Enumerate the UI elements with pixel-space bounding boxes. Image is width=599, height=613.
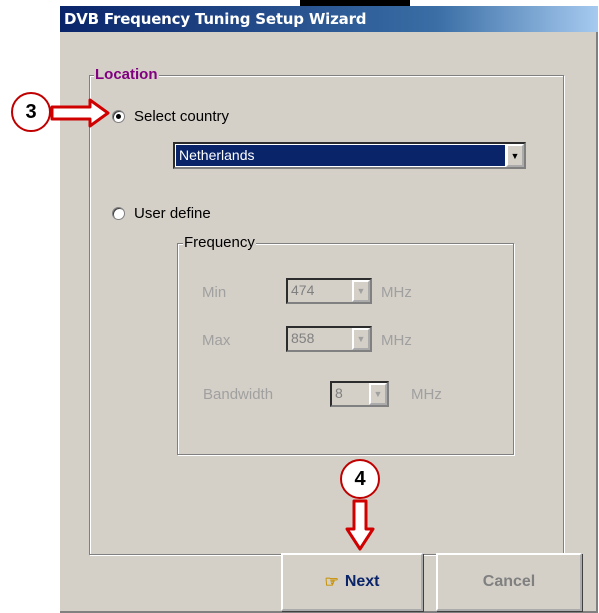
frequency-legend: Frequency [183, 234, 256, 251]
next-button-label: Next [344, 573, 380, 590]
country-select[interactable]: Netherlands ▼ [173, 142, 526, 169]
min-select[interactable]: 474 ▼ [286, 278, 372, 304]
max-value: 858 [291, 330, 315, 346]
next-button[interactable]: ☞ Next [281, 553, 423, 611]
location-legend: Location [94, 66, 159, 83]
step-3-callout: 3 [11, 92, 51, 132]
step-3-number: 3 [25, 100, 37, 123]
select-country-label: Select country [134, 108, 230, 125]
arrow-right-icon [50, 98, 110, 128]
wizard-window: DVB Frequency Tuning Setup Wizard Locati… [60, 6, 598, 613]
max-label: Max [202, 332, 231, 349]
user-define-label: User define [134, 205, 211, 222]
chevron-down-icon[interactable]: ▼ [506, 144, 524, 167]
min-label: Min [202, 284, 227, 301]
cancel-button-label: Cancel [482, 573, 536, 590]
radio-unchecked-icon [112, 207, 125, 220]
country-value: Netherlands [176, 145, 505, 166]
window-title: DVB Frequency Tuning Setup Wizard [60, 6, 598, 32]
chevron-down-icon[interactable]: ▼ [352, 280, 370, 302]
bandwidth-value: 8 [335, 385, 343, 401]
pointing-hand-icon: ☞ [324, 574, 339, 591]
user-define-radio[interactable]: User define [112, 205, 211, 222]
step-4-number: 4 [354, 467, 366, 490]
bandwidth-select[interactable]: 8 ▼ [330, 381, 389, 407]
select-country-radio[interactable]: Select country [112, 108, 229, 125]
max-unit: MHz [381, 332, 412, 349]
bandwidth-label: Bandwidth [203, 386, 274, 403]
cancel-button[interactable]: Cancel [436, 553, 582, 611]
min-unit: MHz [381, 284, 412, 301]
min-value: 474 [291, 282, 315, 298]
chevron-down-icon[interactable]: ▼ [352, 328, 370, 350]
bandwidth-unit: MHz [411, 386, 442, 403]
arrow-down-icon [345, 499, 375, 551]
max-select[interactable]: 858 ▼ [286, 326, 372, 352]
step-4-callout: 4 [340, 459, 380, 499]
chevron-down-icon[interactable]: ▼ [369, 383, 387, 405]
